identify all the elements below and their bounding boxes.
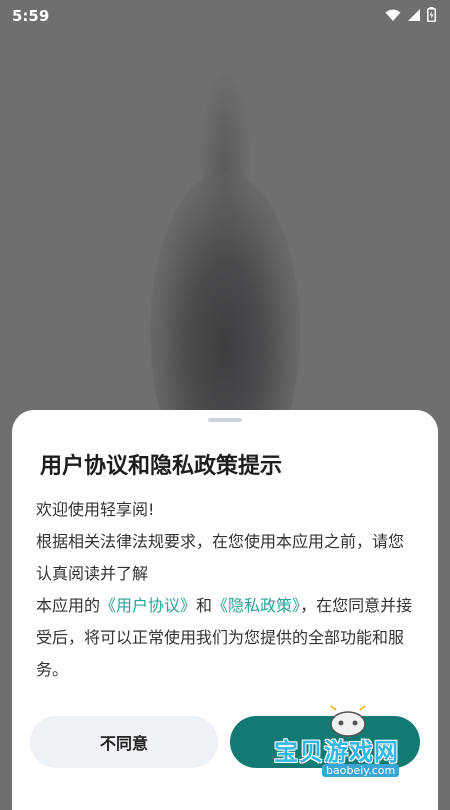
status-time: 5:59 xyxy=(12,7,50,25)
disagree-button[interactable]: 不同意 xyxy=(30,716,218,768)
agreement-detail-text: 本应用的《用户协议》和《隐私政策》，在您同意并接受后，将可以正常使用我们为您提供… xyxy=(36,590,416,686)
agreement-prefix-text: 本应用的 xyxy=(36,596,101,615)
watermark-url: baobeiy.com xyxy=(322,764,400,777)
privacy-policy-link[interactable]: 《隐私政策》 xyxy=(212,596,300,615)
greeting-text: 欢迎使用轻享阅! xyxy=(36,500,155,519)
dialog-title: 用户协议和隐私政策提示 xyxy=(40,454,283,479)
watermark-title: 宝贝游戏网 xyxy=(274,738,399,766)
user-agreement-link[interactable]: 《用户协议》 xyxy=(100,596,196,615)
status-bar: 5:59 xyxy=(0,0,450,32)
site-watermark: 宝贝游戏网 baobeiy.com xyxy=(270,700,430,790)
battery-icon xyxy=(427,6,436,26)
status-icons xyxy=(385,6,436,26)
agreement-intro-text: 根据相关法律法规要求，在您使用本应用之前，请您认真阅读并了解 xyxy=(36,532,405,583)
signal-icon xyxy=(407,7,421,26)
drag-handle[interactable] xyxy=(208,418,242,422)
dialog-body: 欢迎使用轻享阅! 根据相关法律法规要求，在您使用本应用之前，请您认真阅读并了解 … xyxy=(36,494,416,686)
wifi-icon xyxy=(385,7,401,26)
and-text: 和 xyxy=(196,596,213,615)
